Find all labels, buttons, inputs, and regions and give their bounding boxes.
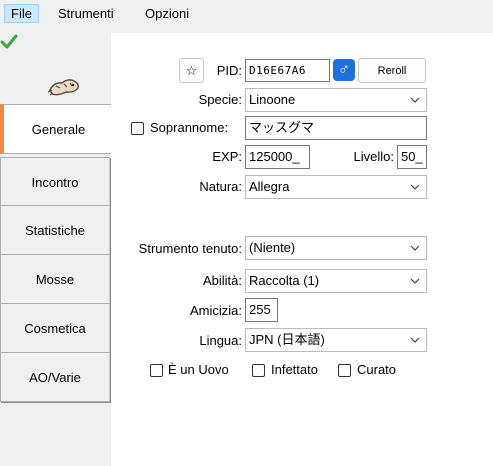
star-icon[interactable]: ☆: [179, 58, 204, 83]
tab-statistiche[interactable]: Statistiche: [0, 205, 110, 255]
ability-label: Abilità:: [202, 273, 242, 288]
held-item-value: (Niente): [249, 240, 296, 255]
nature-label: Natura:: [199, 179, 242, 194]
menu-options[interactable]: Opzioni: [139, 4, 195, 23]
cured-label: Curato: [357, 362, 397, 377]
infected-checkbox[interactable]: [252, 364, 265, 377]
level-field[interactable]: 50_: [397, 145, 427, 169]
menu-bar: File Strumenti Opzioni: [0, 0, 493, 24]
ability-select[interactable]: Raccolta (1): [245, 269, 427, 293]
tab-ao-varie[interactable]: AO/Varie: [0, 352, 110, 402]
chevron-down-icon: [410, 245, 420, 251]
nickname-checkbox[interactable]: [131, 122, 144, 135]
male-icon[interactable]: ♂: [333, 59, 355, 81]
checkmark-icon[interactable]: [0, 33, 18, 51]
nature-select[interactable]: Allegra: [245, 175, 427, 199]
language-value: JPN (日本語): [249, 332, 325, 347]
friendship-field[interactable]: 255: [245, 298, 278, 322]
nature-value: Allegra: [249, 179, 290, 194]
pid-field[interactable]: D16E67A6: [245, 59, 330, 82]
chevron-down-icon: [410, 337, 420, 343]
pid-label: PID:: [216, 63, 242, 78]
level-label: Livello:: [353, 149, 394, 164]
chevron-down-icon: [410, 278, 420, 284]
pokemon-sprite-icon: [47, 79, 79, 96]
tab-cosmetica[interactable]: Cosmetica: [0, 303, 110, 353]
nickname-field[interactable]: マッスグマ: [245, 116, 427, 140]
cured-checkbox[interactable]: [338, 364, 351, 377]
infected-label: Infettato: [271, 362, 318, 377]
ability-value: Raccolta (1): [249, 273, 320, 288]
reroll-button[interactable]: Reroll: [358, 58, 426, 83]
exp-label: EXP:: [212, 149, 242, 164]
nickname-label: Soprannome:: [150, 120, 229, 135]
menu-tools[interactable]: Strumenti: [52, 4, 120, 23]
held-item-label: Strumento tenuto:: [138, 241, 242, 256]
species-value: Linoone: [249, 92, 296, 107]
language-label: Lingua:: [199, 333, 242, 348]
friendship-label: Amicizia:: [189, 303, 242, 318]
language-select[interactable]: JPN (日本語): [245, 328, 427, 352]
exp-field[interactable]: 125000_: [245, 145, 310, 169]
tab-incontro[interactable]: Incontro: [0, 157, 110, 207]
is-egg-label: È un Uovo: [168, 362, 229, 377]
species-label: Specie:: [198, 92, 242, 107]
held-item-select[interactable]: (Niente): [245, 236, 427, 260]
species-select[interactable]: Linoone: [245, 88, 427, 112]
tab-generale[interactable]: Generale: [0, 104, 113, 154]
chevron-down-icon: [410, 184, 420, 190]
menu-file[interactable]: File: [4, 4, 39, 23]
tab-mosse[interactable]: Mosse: [0, 254, 110, 304]
chevron-down-icon: [410, 97, 420, 103]
is-egg-checkbox[interactable]: [150, 364, 163, 377]
